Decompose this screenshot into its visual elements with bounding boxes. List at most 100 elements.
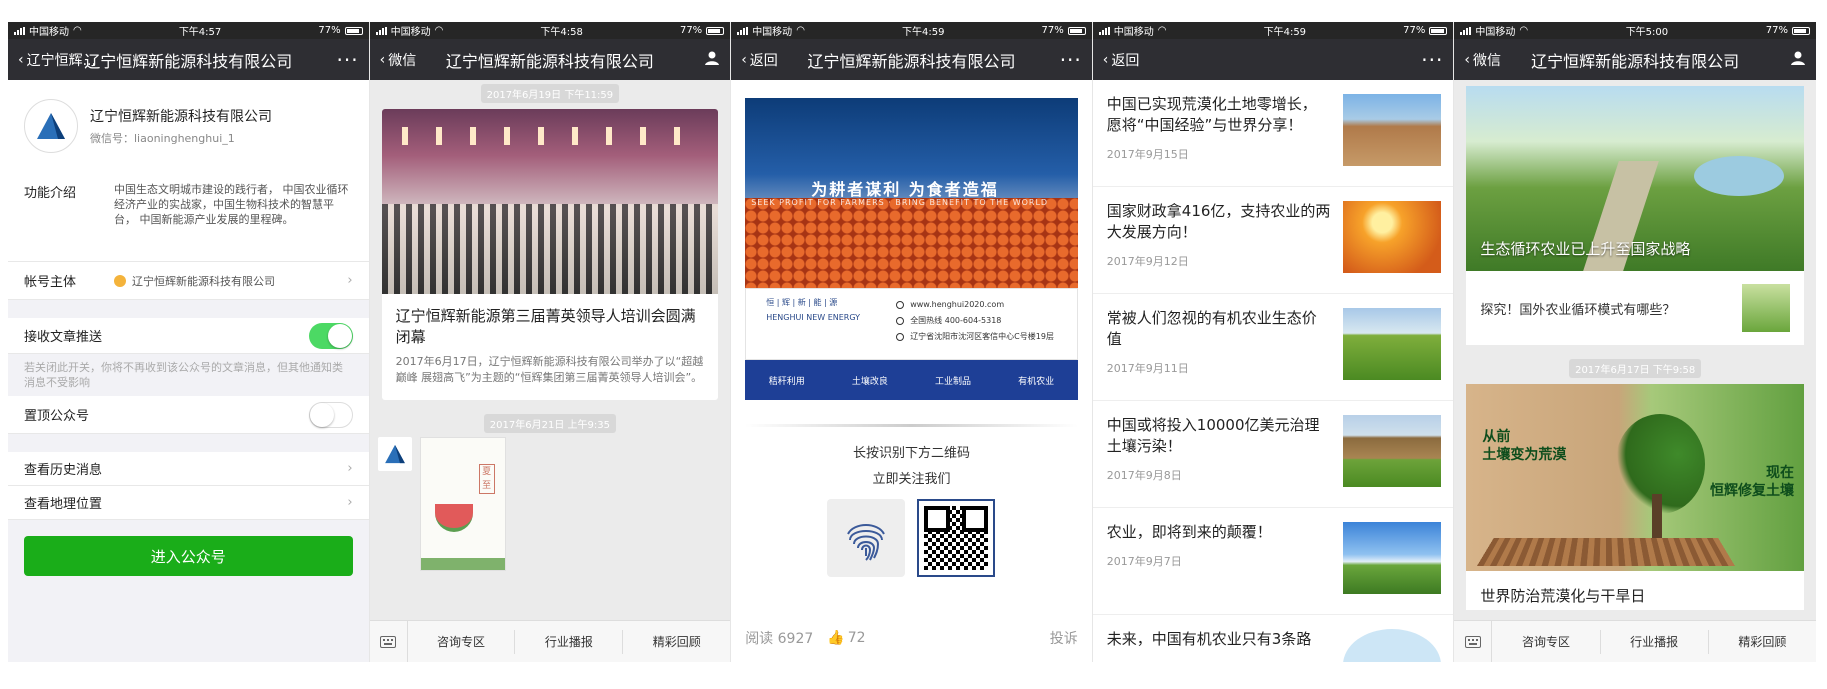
back-label: 辽宁恒辉... xyxy=(26,52,96,69)
multi-article-card[interactable]: 生态循环农业已上升至国家战略 探究！国外农业循环模式有哪些？ xyxy=(1466,86,1804,345)
fingerprint-icon[interactable] xyxy=(827,499,906,577)
qr-code-icon[interactable] xyxy=(917,499,996,577)
clock: 下午5:00 xyxy=(1625,27,1669,38)
person-icon[interactable] xyxy=(704,50,720,70)
keyboard-icon[interactable] xyxy=(370,621,408,662)
hero2-right-text: 现在 恒辉修复土壤 xyxy=(1709,465,1794,499)
list-item[interactable]: 常被人们忽视的有机农业生态价值 2017年9月11日 xyxy=(1092,294,1454,401)
back-button[interactable]: ‹ 微信 xyxy=(380,50,430,70)
screen-chat-2: 中国移动 ◠ 下午5:00 77% ‹ 微信 辽宁恒辉新能源科技有限公司 生态循… xyxy=(1454,22,1816,662)
banner-slogan: 为耕者谋利 为食者造福 xyxy=(811,180,999,199)
receive-push-label: 接收文章推送 xyxy=(24,330,103,345)
menu-highlights[interactable]: 精彩回顾 xyxy=(1709,630,1816,654)
list-item[interactable]: 农业，即将到来的颠覆！ 2017年9月7日 xyxy=(1092,508,1454,615)
list-item-title: 未来，中国有机农业只有3条路 xyxy=(1106,630,1312,648)
back-button[interactable]: ‹ 辽宁恒辉... xyxy=(18,50,96,70)
article-card[interactable]: 辽宁恒辉新能源第三届菁英领导人培训会圆满闭幕 2017年6月17日，辽宁恒辉新能… xyxy=(381,109,719,400)
push-hint: 若关闭此开关，你将不再收到该公众号的文章消息，但其他通知类消息不受影响 xyxy=(8,354,369,396)
more-icon[interactable]: ··· xyxy=(1421,48,1443,72)
wifi-icon: ◠ xyxy=(73,25,82,36)
hero-image: 生态循环农业已上升至国家战略 xyxy=(1466,86,1804,271)
history-label: 查看历史消息 xyxy=(24,463,103,478)
list-item-date: 2017年9月15日 xyxy=(1106,148,1189,161)
list-item-title: 农业，即将到来的颠覆！ xyxy=(1106,523,1272,541)
location-row[interactable]: 查看地理位置 › xyxy=(8,486,369,520)
article-card[interactable]: 从前 土壤变为荒漠 现在 恒辉修复土壤 世界防治荒漠化与干旱日 xyxy=(1466,384,1804,610)
list-item[interactable]: 未来，中国有机农业只有3条路 xyxy=(1093,615,1454,662)
back-label: 微信 xyxy=(388,52,417,69)
account-subject-value: 辽宁恒辉新能源科技有限公司 xyxy=(132,274,275,288)
back-label: 返回 xyxy=(1111,52,1140,69)
receive-push-toggle[interactable] xyxy=(308,322,353,349)
qr-line1: 长按识别下方二维码 xyxy=(852,446,970,461)
feature-strip: 秸秆利用 土壤改良 工业制品 有机农业 xyxy=(745,360,1078,400)
list-item-thumbnail xyxy=(1343,94,1442,166)
back-button[interactable]: ‹ 微信 xyxy=(1464,50,1514,70)
pin-row: 置顶公众号 xyxy=(8,396,369,434)
feature-industrial: 工业制品 xyxy=(935,376,972,387)
list-item-thumbnail xyxy=(1343,522,1442,594)
chevron-right-icon: › xyxy=(347,461,353,476)
poster-tag: 夏至 xyxy=(478,464,495,494)
sub-article-title: 探究！国外农业循环模式有哪些？ xyxy=(1480,302,1676,318)
clock: 下午4:57 xyxy=(178,27,222,38)
bottom-menu: 咨询专区 行业播报 精彩回顾 xyxy=(1454,620,1816,662)
back-button[interactable]: ‹ 返回 xyxy=(1103,50,1153,70)
list-item-date: 2017年9月7日 xyxy=(1106,555,1182,568)
conference-photo xyxy=(381,109,719,294)
nav-bar: ‹ 辽宁恒辉... 辽宁恒辉新能源科技有限公司 ··· xyxy=(8,39,369,80)
report-link[interactable]: 投诉 xyxy=(1050,628,1078,648)
sub-article[interactable]: 探究！国外农业循环模式有哪些？ xyxy=(1466,271,1804,345)
hero2-left-text: 从前 土壤变为荒漠 xyxy=(1482,429,1567,463)
menu-industry-news[interactable]: 行业播报 xyxy=(1601,629,1709,654)
company-info: 恒 | 辉 | 新 | 能 | 源 HENGHUI NEW ENERGY www… xyxy=(745,288,1078,360)
article-footer: 阅读 6927 👍 72 投诉 xyxy=(745,628,1078,648)
signal-icon xyxy=(375,26,387,35)
carrier-label: 中国移动 xyxy=(390,27,431,38)
like-count: 72 xyxy=(847,630,866,646)
list-item-date: 2017年9月11日 xyxy=(1106,362,1189,375)
screen-profile: 中国移动 ◠ 下午4:57 77% ‹ 辽宁恒辉... 辽宁恒辉新能源科技有限公… xyxy=(8,22,370,662)
history-row[interactable]: 查看历史消息 › xyxy=(8,452,369,486)
website: www.henghui2020.com xyxy=(910,300,1005,309)
list-item-title: 国家财政拿416亿，支持农业的两大发展方向！ xyxy=(1106,202,1331,241)
menu-industry-news[interactable]: 行业播报 xyxy=(515,629,624,654)
list-item-date: 2017年9月8日 xyxy=(1106,469,1182,482)
menu-consult[interactable]: 咨询专区 xyxy=(408,629,516,654)
back-button[interactable]: ‹ 返回 xyxy=(741,50,791,70)
status-bar: 中国移动 ◠ 下午4:58 77% xyxy=(369,22,731,39)
pin-toggle[interactable] xyxy=(308,401,353,428)
list-item[interactable]: 中国或将投入10000亿美元治理土壤污染！ 2017年9月8日 xyxy=(1092,401,1454,508)
battery-icon xyxy=(1067,26,1086,35)
enter-account-button[interactable]: 进入公众号 xyxy=(24,536,353,576)
more-icon[interactable]: ··· xyxy=(1060,48,1082,72)
poster-image[interactable]: 夏至 xyxy=(419,437,506,571)
list-item[interactable]: 中国已实现荒漠化土地零增长，愿将“中国经验”与世界分享！ 2017年9月15日 xyxy=(1092,80,1454,187)
function-intro-label: 功能介绍 xyxy=(24,186,77,201)
thumb-up-icon[interactable]: 👍 xyxy=(827,630,844,646)
carrier-label: 中国移动 xyxy=(1475,27,1516,38)
receive-push-row: 接收文章推送 xyxy=(8,318,369,354)
account-subject-row[interactable]: 帐号主体 辽宁恒辉新能源科技有限公司 › xyxy=(8,262,369,300)
back-chevron-icon: ‹ xyxy=(741,51,747,68)
menu-consult[interactable]: 咨询专区 xyxy=(1492,629,1601,654)
more-icon[interactable]: ··· xyxy=(337,48,359,72)
account-name: 辽宁恒辉新能源科技有限公司 xyxy=(90,109,272,125)
globe-icon xyxy=(896,301,905,309)
battery-percent: 77% xyxy=(318,25,341,36)
nav-bar: ‹ 返回 辽宁恒辉新能源科技有限公司 ··· xyxy=(731,39,1092,80)
address: 辽宁省沈阳市沈河区客信中心C号楼19层 xyxy=(910,332,1054,341)
article-title: 世界防治荒漠化与干旱日 xyxy=(1480,587,1646,605)
wechat-id: 微信号：liaoninghenghui_1 xyxy=(90,132,235,145)
battery-percent: 77% xyxy=(679,25,703,36)
image-message: 夏至 xyxy=(370,433,731,575)
feature-organic: 有机农业 xyxy=(1018,376,1055,387)
menu-highlights[interactable]: 精彩回顾 xyxy=(623,630,730,654)
account-logo xyxy=(24,99,78,153)
list-item[interactable]: 国家财政拿416亿，支持农业的两大发展方向！ 2017年9月12日 xyxy=(1092,187,1454,294)
signal-icon xyxy=(1460,26,1472,35)
read-count: 阅读 6927 xyxy=(745,631,814,647)
keyboard-icon[interactable] xyxy=(1454,621,1493,662)
avatar[interactable] xyxy=(377,437,412,471)
person-icon[interactable] xyxy=(1790,50,1806,70)
